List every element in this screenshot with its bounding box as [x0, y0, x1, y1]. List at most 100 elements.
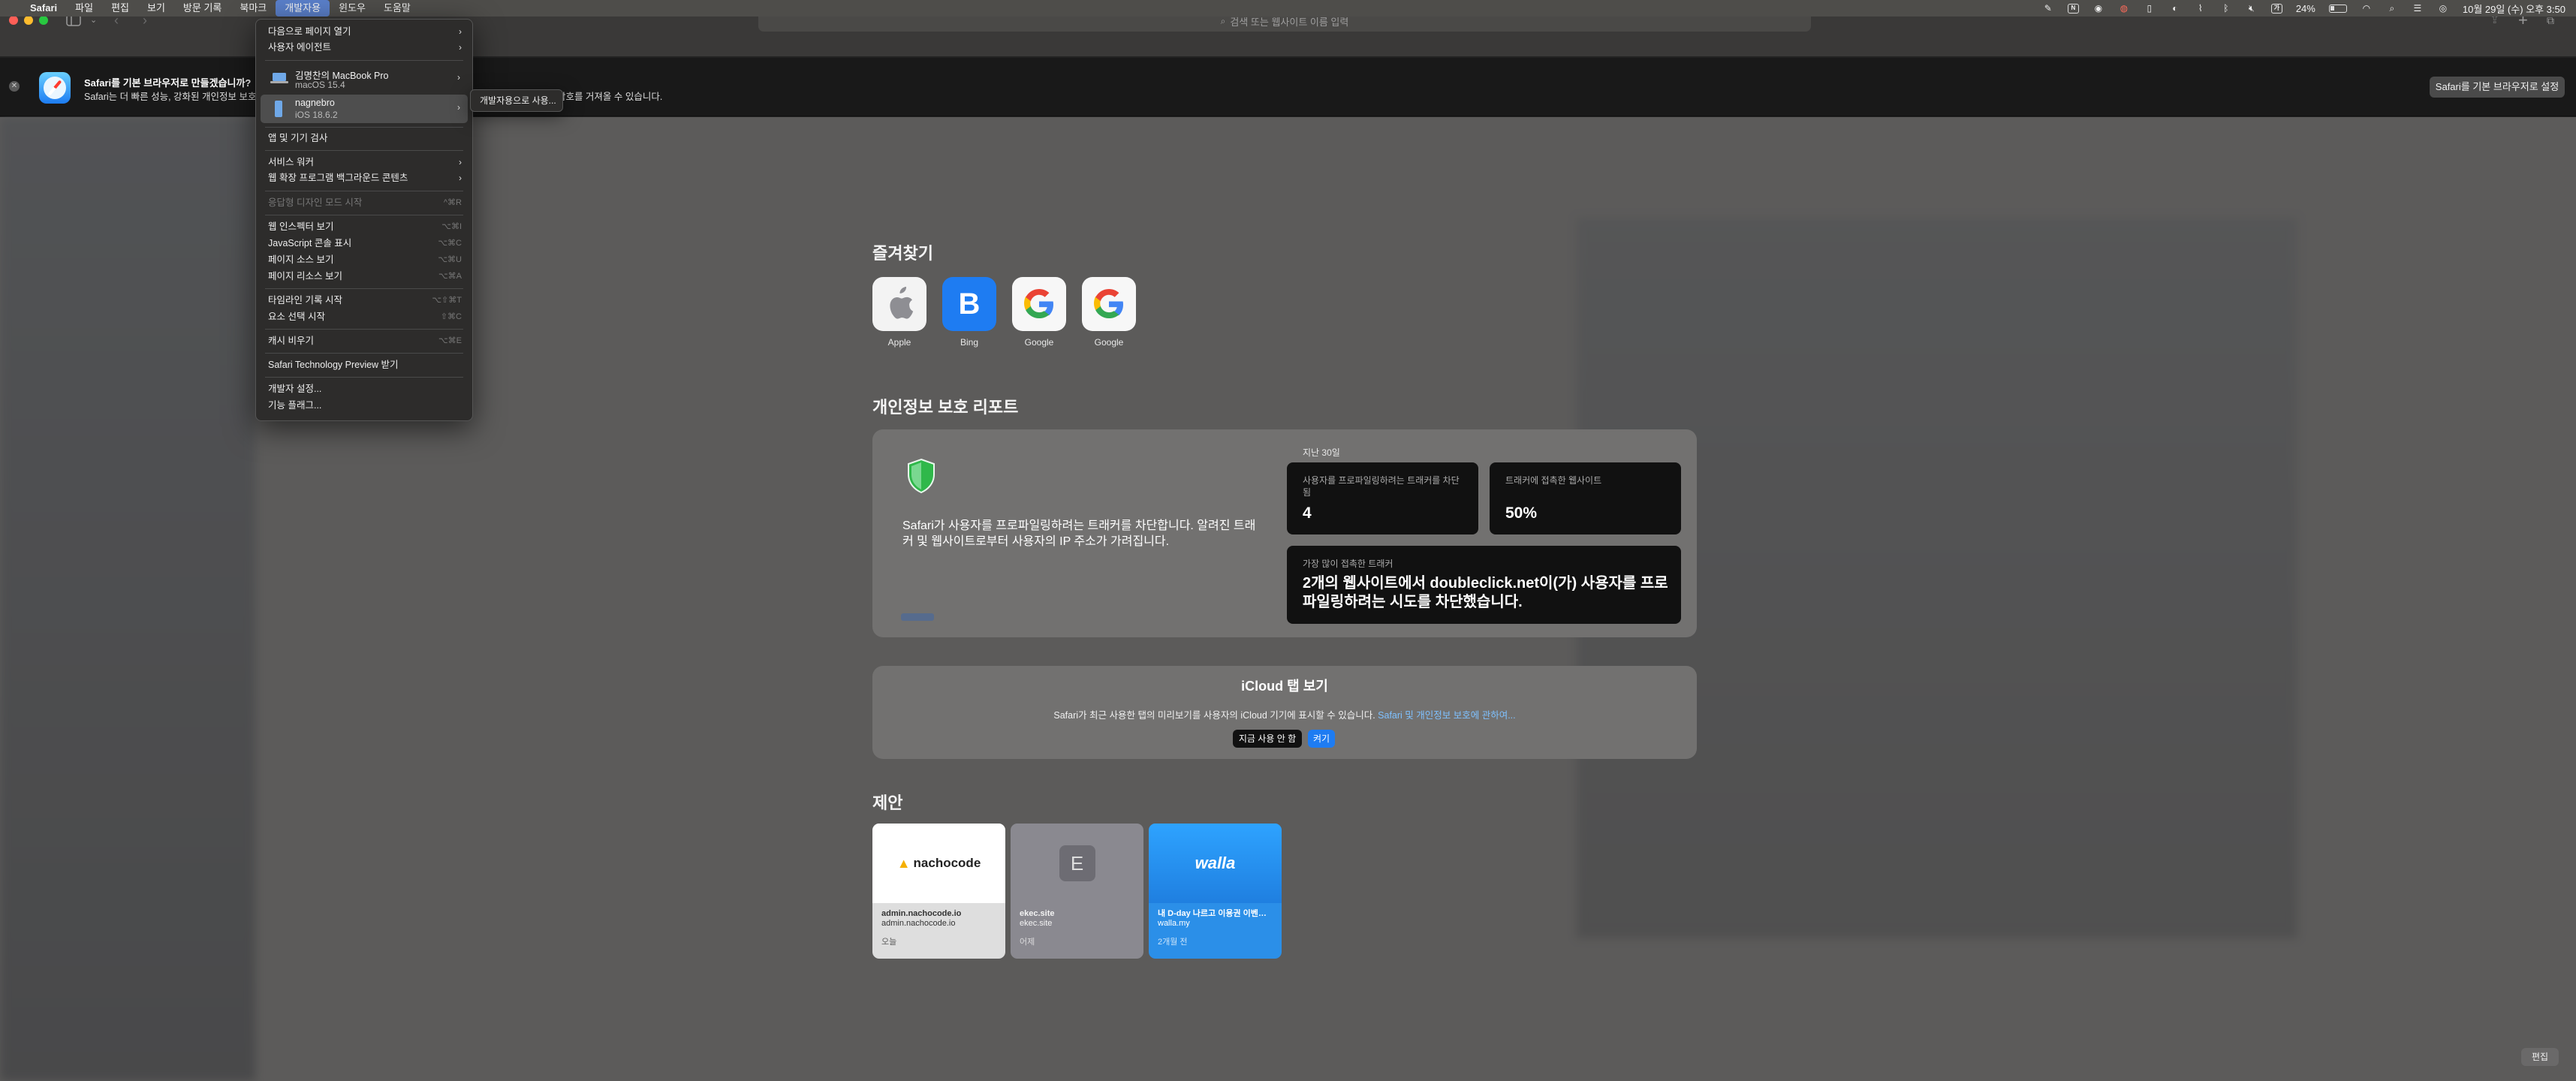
privacy-more-link[interactable]: [901, 613, 934, 621]
device-macbook[interactable]: 김명찬의 MacBook Pro macOS 15.4 ›: [261, 65, 468, 93]
status-icon-3[interactable]: ◉: [2092, 3, 2104, 14]
stat-caption: 사용자를 프로파일링하려는 트래커를 차단됨: [1303, 475, 1460, 498]
favorite-apple[interactable]: Apple: [872, 277, 926, 355]
apple-menu-icon[interactable]: [0, 0, 21, 17]
stat-value: 4: [1303, 504, 1312, 522]
menu-empty-cache[interactable]: 캐시 비우기 ⌥⌘E: [268, 333, 463, 348]
suggestion-url: admin.nachocode.io: [881, 919, 956, 928]
menu-js-console[interactable]: JavaScript 콘솔 표시 ⌥⌘C: [268, 236, 463, 251]
chevron-right-icon: ›: [459, 42, 462, 53]
icloud-desc-text: Safari가 최근 사용한 탭의 미리보기를 사용자의 iCloud 기기에 …: [1053, 710, 1375, 721]
menu-page-source[interactable]: 페이지 소스 보기 ⌥⌘U: [268, 252, 463, 267]
privacy-description: Safari가 사용자를 프로파일링하려는 트래커를 차단합니다. 알려진 트래…: [902, 519, 1256, 548]
device-os: macOS 15.4: [295, 80, 345, 90]
google-icon: [1082, 277, 1136, 331]
mute-icon[interactable]: 🔇︎: [2246, 3, 2258, 14]
background-blur-left: [0, 117, 255, 1081]
input-source-icon[interactable]: 가: [2270, 3, 2282, 14]
menu-edit[interactable]: 편집: [102, 0, 138, 17]
enable-button[interactable]: 켜기: [1308, 730, 1335, 748]
favorite-bing[interactable]: B Bing: [942, 277, 996, 355]
minimize-window-button[interactable]: [24, 16, 33, 25]
suggestion-time: 오늘: [881, 938, 897, 947]
menu-service-workers[interactable]: 서비스 워커 ›: [268, 155, 463, 170]
battery-percent: 24%: [2295, 2, 2315, 14]
menu-bookmarks[interactable]: 북마크: [230, 0, 276, 17]
top-tracker-text: 2개의 웹사이트에서 doubleclick.net이(가) 사용자를 프로파일…: [1303, 575, 1668, 610]
favorites-title: 즐겨찾기: [872, 244, 933, 263]
battery-icon[interactable]: [2328, 4, 2347, 13]
letter-e-icon: E: [1059, 845, 1095, 881]
status-area: ✎ N ◉ ◍ ▯ ◐ ⌇ ᛒ 🔇︎ 가 24% ◠ ⌕ ☰ ◎ 10월 29일…: [2042, 0, 2565, 17]
bluetooth-icon[interactable]: ᛒ: [2220, 3, 2232, 14]
menu-open-page-with[interactable]: 다음으로 페이지 열기 ›: [268, 24, 463, 39]
status-icon-n[interactable]: N: [2067, 3, 2079, 14]
menu-responsive-design: 응답형 디자인 모드 시작 ^⌘R: [268, 197, 462, 208]
device-submenu-use-for-development[interactable]: 개발자용으로 사용...: [470, 89, 563, 112]
privacy-period: 지난 30일: [1303, 447, 1340, 458]
close-window-button[interactable]: [9, 16, 18, 25]
nacho-icon: ▲: [896, 855, 911, 871]
status-icon-5[interactable]: ▯: [2144, 3, 2156, 14]
menu-view[interactable]: 보기: [138, 0, 174, 17]
apple-icon: [872, 277, 926, 331]
menu-web-inspector[interactable]: 웹 인스펙터 보기 ⌥⌘I: [268, 219, 463, 234]
menu-help[interactable]: 도움말: [375, 0, 420, 17]
device-name: nagnebro: [295, 98, 335, 108]
menu-safari[interactable]: Safari: [21, 0, 66, 17]
status-icon-7[interactable]: ⌇: [2195, 3, 2207, 14]
develop-menu: 다음으로 페이지 열기 › 사용자 에이전트 › 김명찬의 MacBook Pro …: [255, 19, 473, 421]
menu-tech-preview[interactable]: Safari Technology Preview 받기: [268, 357, 463, 372]
device-iphone[interactable]: nagnebro iOS 18.6.2 ›: [261, 95, 468, 123]
status-icon-1[interactable]: ✎: [2042, 3, 2054, 14]
menu-user-agent[interactable]: 사용자 에이전트 ›: [268, 40, 463, 55]
chevron-right-icon: ›: [459, 157, 462, 167]
favorite-google[interactable]: Google: [1012, 277, 1066, 355]
menu-feature-flags[interactable]: 기능 플래그...: [268, 398, 463, 413]
menu-developer-settings[interactable]: 개발자 설정...: [268, 381, 463, 396]
menu-page-resources[interactable]: 페이지 리소스 보기 ⌥⌘A: [268, 269, 463, 284]
icloud-description: Safari가 최근 사용한 탭의 미리보기를 사용자의 iCloud 기기에 …: [872, 707, 1697, 721]
close-icon[interactable]: ✕: [9, 81, 20, 92]
edit-start-page-button[interactable]: 편집: [2521, 1048, 2559, 1066]
set-default-browser-button[interactable]: Safari를 기본 브라우저로 설정: [2430, 77, 2565, 98]
status-icon-6[interactable]: ◐: [2169, 3, 2181, 14]
menu-element-select[interactable]: 요소 선택 시작 ⇧⌘C: [268, 309, 463, 324]
suggestion-title: ekec.site: [1020, 909, 1055, 918]
menu-window[interactable]: 윈도우: [330, 0, 375, 17]
favorite-google[interactable]: Google: [1082, 277, 1136, 355]
favorite-label: Google: [1024, 337, 1054, 348]
suggestion-card[interactable]: E ekec.site ekec.site 어제: [1011, 824, 1143, 959]
status-icon-4[interactable]: ◍: [2118, 3, 2130, 14]
privacy-report-title: 개인정보 보호 리포트: [872, 398, 1019, 417]
chevron-right-icon: ›: [457, 102, 460, 113]
suggestion-card[interactable]: walla 내 D-day 나르고 이용권 이벤트... walla.my 2개…: [1149, 824, 1282, 959]
icloud-privacy-link[interactable]: Safari 및 개인정보 보호에 관하여...: [1378, 710, 1515, 721]
spotlight-icon[interactable]: ⌕: [2386, 3, 2398, 14]
chevron-right-icon: ›: [457, 72, 460, 83]
menu-app-inspect[interactable]: 앱 및 기기 검사: [268, 131, 463, 146]
suggestion-title: 내 D-day 나르고 이용권 이벤트...: [1158, 909, 1273, 918]
bing-icon: B: [942, 277, 996, 331]
suggestion-card[interactable]: ▲ nachocode admin.nachocode.io admin.nach…: [872, 824, 1005, 959]
siri-icon[interactable]: ◎: [2437, 3, 2449, 14]
control-center-icon[interactable]: ☰: [2412, 3, 2424, 14]
zoom-window-button[interactable]: [39, 16, 48, 25]
stat-value: 50%: [1505, 504, 1538, 522]
wifi-icon[interactable]: ◠: [2361, 3, 2373, 14]
top-tracker-stat: 가장 많이 접촉한 트래커 2개의 웹사이트에서 doubleclick.net…: [1287, 546, 1681, 624]
laptop-icon: [270, 73, 288, 83]
menu-timeline[interactable]: 타임라인 기록 시작 ⌥⇧⌘T: [268, 293, 463, 308]
search-icon: ⌕: [1220, 15, 1226, 26]
suggestion-time: 어제: [1020, 938, 1035, 947]
menu-develop[interactable]: 개발자용: [276, 0, 330, 17]
menu-web-extension-bg[interactable]: 웹 확장 프로그램 백그라운드 콘텐츠 ›: [268, 170, 463, 185]
icloud-title: iCloud 탭 보기: [1241, 679, 1328, 694]
safari-compass-icon: [39, 72, 71, 104]
menu-file[interactable]: 파일: [66, 0, 102, 17]
not-now-button[interactable]: 지금 사용 안 함: [1233, 730, 1302, 748]
suggestion-url: ekec.site: [1020, 919, 1053, 928]
favorite-label: Apple: [887, 337, 911, 348]
clock[interactable]: 10월 29일 (수) 오후 3:50: [2463, 2, 2565, 16]
menu-history[interactable]: 방문 기록: [174, 0, 230, 17]
